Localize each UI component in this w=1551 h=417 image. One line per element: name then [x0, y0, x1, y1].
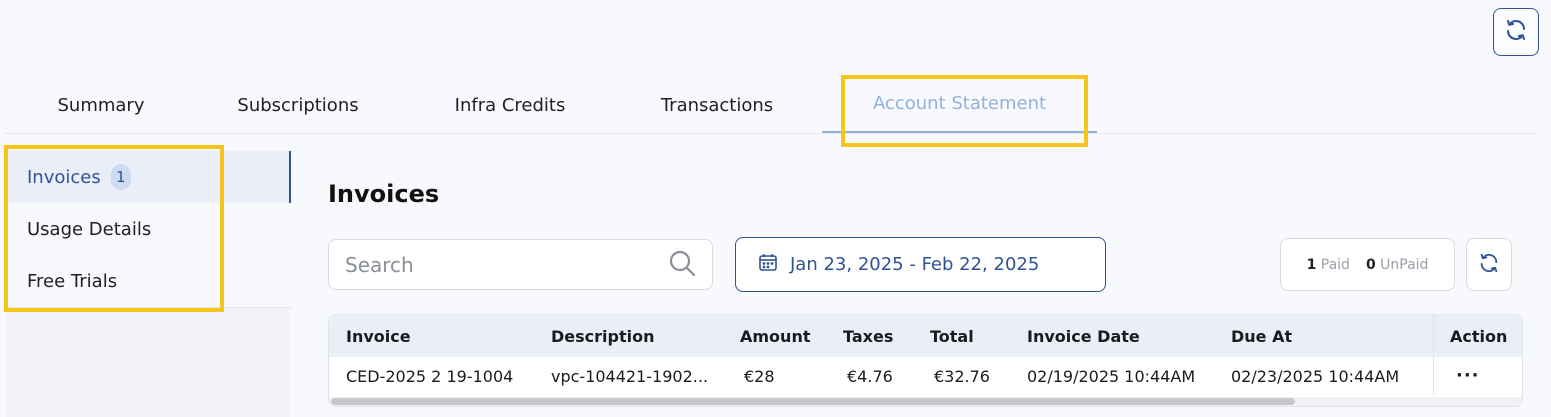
refresh-icon: [1478, 252, 1500, 278]
refresh-button[interactable]: [1493, 8, 1539, 56]
column-header-taxes: Taxes: [843, 326, 894, 346]
cell-taxes: €4.76: [847, 366, 893, 386]
unpaid-label: UnPaid: [1380, 256, 1429, 273]
payment-status-summary: 1 Paid 0 UnPaid: [1280, 238, 1455, 291]
unpaid-summary: 0 UnPaid: [1366, 257, 1429, 273]
tab-account-statement[interactable]: Account Statement: [822, 76, 1097, 133]
column-header-action: Action: [1450, 326, 1508, 346]
tab-infra-credits[interactable]: Infra Credits: [447, 76, 573, 134]
tab-bar: Summary Subscriptions Infra Credits Tran…: [5, 76, 1538, 134]
horizontal-scrollbar[interactable]: [329, 397, 1522, 406]
action-column: Action ···: [1433, 315, 1522, 395]
column-header-due-at: Due At: [1231, 326, 1293, 346]
unpaid-count: 0: [1365, 256, 1376, 273]
column-header-amount: Amount: [740, 326, 811, 346]
cell-amount: €28: [744, 366, 775, 386]
paid-summary: 1 Paid: [1307, 257, 1350, 273]
cell-invoice-date: 02/19/2025 10:44AM: [1027, 366, 1196, 386]
cell-total: €32.76: [934, 366, 990, 386]
sidebar-list: Invoices 1 Usage Details Free Trials: [5, 150, 291, 308]
invoices-table: Invoice Description Amount Taxes Total I…: [328, 314, 1523, 407]
sidebar-item-invoices[interactable]: Invoices 1: [5, 151, 291, 203]
date-range-picker[interactable]: Jan 23, 2025 - Feb 22, 2025: [735, 237, 1106, 292]
cell-invoice: CED-2025 2 19-1004: [346, 366, 514, 386]
paid-label: Paid: [1320, 256, 1350, 273]
count-badge: 1: [110, 164, 131, 190]
cell-due-at: 02/23/2025 10:44AM: [1231, 366, 1400, 386]
column-header-description: Description: [551, 326, 655, 346]
search-box: [328, 239, 713, 290]
table-header: [329, 315, 1522, 357]
date-range-text: Jan 23, 2025 - Feb 22, 2025: [790, 254, 1040, 275]
more-icon[interactable]: ···: [1456, 365, 1480, 386]
tab-subscriptions[interactable]: Subscriptions: [229, 76, 367, 134]
calendar-icon: [758, 252, 778, 277]
tab-transactions[interactable]: Transactions: [653, 76, 781, 134]
sidebar: Invoices 1 Usage Details Free Trials: [5, 150, 291, 417]
search-icon[interactable]: [668, 249, 696, 281]
search-input[interactable]: [345, 252, 668, 277]
refresh-icon: [1504, 18, 1528, 46]
scrollbar-thumb[interactable]: [331, 398, 1295, 405]
tab-summary[interactable]: Summary: [47, 76, 155, 134]
sidebar-item-label: Free Trials: [27, 270, 118, 292]
sidebar-item-free-trials[interactable]: Free Trials: [5, 255, 291, 307]
page-title: Invoices: [328, 180, 440, 208]
sidebar-item-usage-details[interactable]: Usage Details: [5, 203, 291, 255]
sidebar-item-label: Invoices: [27, 166, 101, 188]
column-header-invoice-date: Invoice Date: [1027, 326, 1140, 346]
cell-description: vpc-104421-1902...: [551, 366, 709, 386]
invoices-refresh-button[interactable]: [1466, 238, 1512, 291]
sidebar-item-label: Usage Details: [27, 218, 152, 240]
column-header-invoice: Invoice: [346, 326, 411, 346]
column-header-total: Total: [930, 326, 974, 346]
paid-count: 1: [1306, 256, 1317, 273]
